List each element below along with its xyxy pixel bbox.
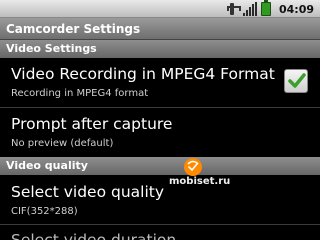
pref-item-video-quality[interactable]: Select video quality CIF(352*288) [0, 175, 320, 224]
usb-icon [225, 2, 241, 16]
mobiset-logo-icon [184, 158, 202, 176]
status-bar: 04:09 [0, 0, 320, 18]
page-title: Camcorder Settings [6, 22, 141, 36]
pref-item-title: Video Recording in MPEG4 Format [11, 65, 275, 83]
pref-item-summary: Recording in MPEG4 format [11, 88, 149, 99]
pref-item-title: Select video duration [11, 231, 177, 240]
pref-item-summary: No preview (default) [11, 138, 114, 149]
category-header-label: Video quality [6, 159, 88, 172]
status-icons: 04:09 [225, 0, 314, 17]
pref-item-title: Prompt after capture [11, 115, 173, 133]
category-header-label: Video Settings [6, 42, 97, 55]
pref-item-summary: CIF(352*288) [11, 206, 78, 217]
watermark-text: mobiset.ru [169, 176, 231, 187]
battery-icon [260, 0, 271, 16]
pref-item-video-duration[interactable]: Select video duration [0, 225, 320, 240]
signal-icon [242, 2, 257, 16]
pref-item-title: Select video quality [11, 183, 165, 201]
pref-item-prompt-after-capture[interactable]: Prompt after capture No preview (default… [0, 108, 320, 157]
status-clock: 04:09 [278, 2, 314, 16]
check-icon [288, 73, 306, 88]
category-header-video-quality: Video quality [0, 157, 320, 175]
pref-item-mpeg4-recording[interactable]: Video Recording in MPEG4 Format Recordin… [0, 58, 320, 107]
title-bar: Camcorder Settings [0, 18, 320, 40]
mpeg4-checkbox[interactable] [284, 69, 308, 93]
category-header-video-settings: Video Settings [0, 40, 320, 58]
